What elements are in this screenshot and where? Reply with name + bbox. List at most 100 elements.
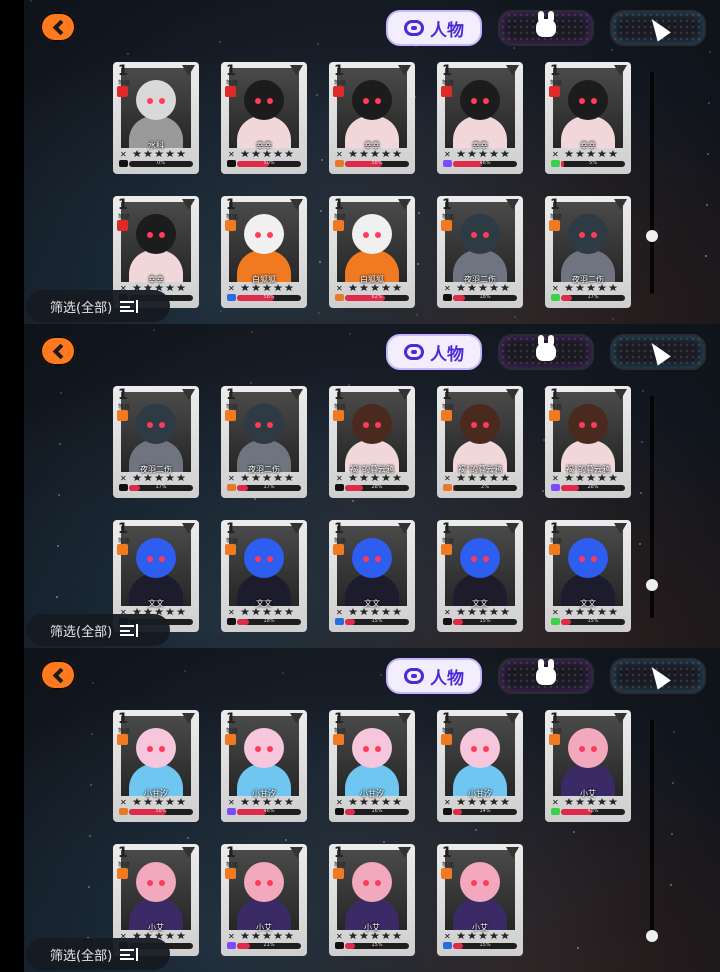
character-card[interactable]: 1 等级 夜羽二伤 ✕ 18%: [437, 196, 523, 308]
character-card[interactable]: 1 等级 褐°的暮云鸦 ✕ 28%: [545, 386, 631, 498]
character-card[interactable]: 1 等级 小艾 ✕ 21%: [221, 844, 307, 956]
portrait-eye: [147, 98, 153, 104]
scrollbar-thumb[interactable]: [646, 229, 658, 242]
character-portrait: [121, 392, 191, 472]
character-card[interactable]: 1 等级 文文 ✕ 15%: [329, 520, 415, 632]
portrait-head: [136, 728, 176, 768]
character-card[interactable]: 1 等级 文文 ✕ 18%: [221, 520, 307, 632]
character-card[interactable]: 1 等级 夜羽二伤 ✕ 17%: [221, 386, 307, 498]
rank-icon: [443, 618, 452, 625]
scrollbar-thumb[interactable]: [646, 930, 658, 942]
star-icon: [489, 608, 499, 615]
progress-text: 18%: [479, 294, 491, 300]
background-star: [352, 500, 354, 502]
star-icon: [348, 932, 358, 939]
element-type-icon: [333, 868, 344, 879]
element-type-icon: [333, 544, 344, 555]
character-card[interactable]: 1 等级 文文 ✕ 15%: [437, 520, 523, 632]
portrait-eye: [363, 746, 369, 752]
character-card[interactable]: 1 等级 夜羽二伤 ✕ 17%: [545, 196, 631, 308]
character-card[interactable]: 1 等级 小艾 ✕ 15%: [437, 844, 523, 956]
card-level: 1: [442, 63, 452, 79]
star-icon: [348, 150, 358, 157]
portrait-eye: [375, 98, 381, 104]
tab-rocket[interactable]: [610, 658, 706, 694]
tab-pet[interactable]: [498, 334, 594, 370]
star-icon: [273, 932, 283, 939]
tab-people-label: 人物: [430, 668, 464, 689]
tab-rocket[interactable]: [610, 334, 706, 370]
background-star: [59, 443, 61, 445]
character-card[interactable]: 1 等级 小甘汐 ✕ 14%: [437, 710, 523, 822]
scrollbar-track[interactable]: [650, 72, 654, 294]
portrait-eye: [471, 98, 477, 104]
scrollbar-track[interactable]: [650, 720, 654, 942]
element-type-icon: [333, 86, 344, 97]
character-card[interactable]: 1 等级 白狐狐 ✕ 58%: [221, 196, 307, 308]
character-card[interactable]: 1 等级 幸幸 ✕ 5%: [545, 62, 631, 174]
portrait-eye: [591, 746, 597, 752]
character-portrait: [229, 392, 299, 472]
rank-icon: [551, 294, 560, 301]
element-type-icon: [225, 544, 236, 555]
star-icon: [478, 474, 488, 481]
star-icon: [586, 150, 596, 157]
progress-text: 17%: [155, 484, 167, 490]
character-card[interactable]: 1 等级 幸幸 ✕ 50%: [221, 62, 307, 174]
chevron-left-icon: [52, 19, 69, 35]
x-mark-icon: ✕: [444, 284, 451, 293]
portrait-eye: [471, 232, 477, 238]
star-icon: [500, 150, 510, 157]
star-icon: [564, 608, 574, 615]
element-type-icon: [441, 868, 452, 879]
back-button[interactable]: [40, 336, 76, 366]
character-card[interactable]: 1 等级 褐°的暮云鸦 ✕ 28%: [329, 386, 415, 498]
element-type-icon: [117, 220, 128, 231]
tab-pet[interactable]: [498, 658, 594, 694]
character-card[interactable]: 1 等级 褐°的暮云鸦 ✕ 2%: [437, 386, 523, 498]
character-card[interactable]: 1 等级 白狐狐 ✕ 62%: [329, 196, 415, 308]
card-level: 1: [442, 521, 452, 537]
character-portrait: [121, 68, 191, 148]
star-icon: [132, 798, 142, 805]
tab-people[interactable]: 人物: [386, 658, 482, 694]
character-card[interactable]: 1 等级 小甘汐 ✕ 58%: [113, 710, 199, 822]
tab-pet[interactable]: [498, 10, 594, 46]
star-rating: [235, 150, 299, 158]
star-icon: [154, 798, 164, 805]
star-rating: [235, 284, 299, 292]
background-star: [639, 543, 641, 545]
star-icon: [176, 284, 186, 291]
scrollbar-thumb[interactable]: [646, 578, 658, 591]
character-portrait: [553, 68, 623, 148]
character-card[interactable]: 1 等级 水科 ✕ 0%: [113, 62, 199, 174]
background-star: [640, 492, 642, 494]
star-rating: [559, 150, 623, 158]
progress-text: 16%: [371, 808, 383, 814]
character-portrait: [229, 526, 299, 606]
character-card[interactable]: 1 等级 文文 ✕ 15%: [545, 520, 631, 632]
character-portrait: [445, 850, 515, 930]
character-card[interactable]: 1 等级 小艾 ✕ 15%: [329, 844, 415, 956]
filter-button[interactable]: 筛选(全部): [26, 614, 170, 646]
card-level: 1: [226, 845, 236, 861]
character-card[interactable]: 1 等级 夜羽二伤 ✕ 17%: [113, 386, 199, 498]
character-card[interactable]: 1 等级 小甘汐 ✕ 46%: [221, 710, 307, 822]
filter-button[interactable]: 筛选(全部): [26, 938, 170, 970]
background-star: [672, 782, 674, 784]
star-icon: [165, 474, 175, 481]
star-icon: [240, 150, 250, 157]
character-card[interactable]: 1 等级 幸幸 ✕ 46%: [437, 62, 523, 174]
filter-button[interactable]: 筛选(全部): [26, 290, 170, 322]
tab-people[interactable]: 人物: [386, 334, 482, 370]
rank-icon: [335, 808, 344, 815]
character-card[interactable]: 1 等级 幸幸 ✕ 58%: [329, 62, 415, 174]
character-card[interactable]: 1 等级 小甘汐 ✕ 16%: [329, 710, 415, 822]
character-card[interactable]: 1 等级 小艾 ✕ 48%: [545, 710, 631, 822]
tab-people[interactable]: 人物: [386, 10, 482, 46]
back-button[interactable]: [40, 12, 76, 42]
background-star: [285, 839, 287, 841]
back-button[interactable]: [40, 660, 76, 690]
tab-rocket[interactable]: [610, 10, 706, 46]
portrait-eye: [375, 746, 381, 752]
